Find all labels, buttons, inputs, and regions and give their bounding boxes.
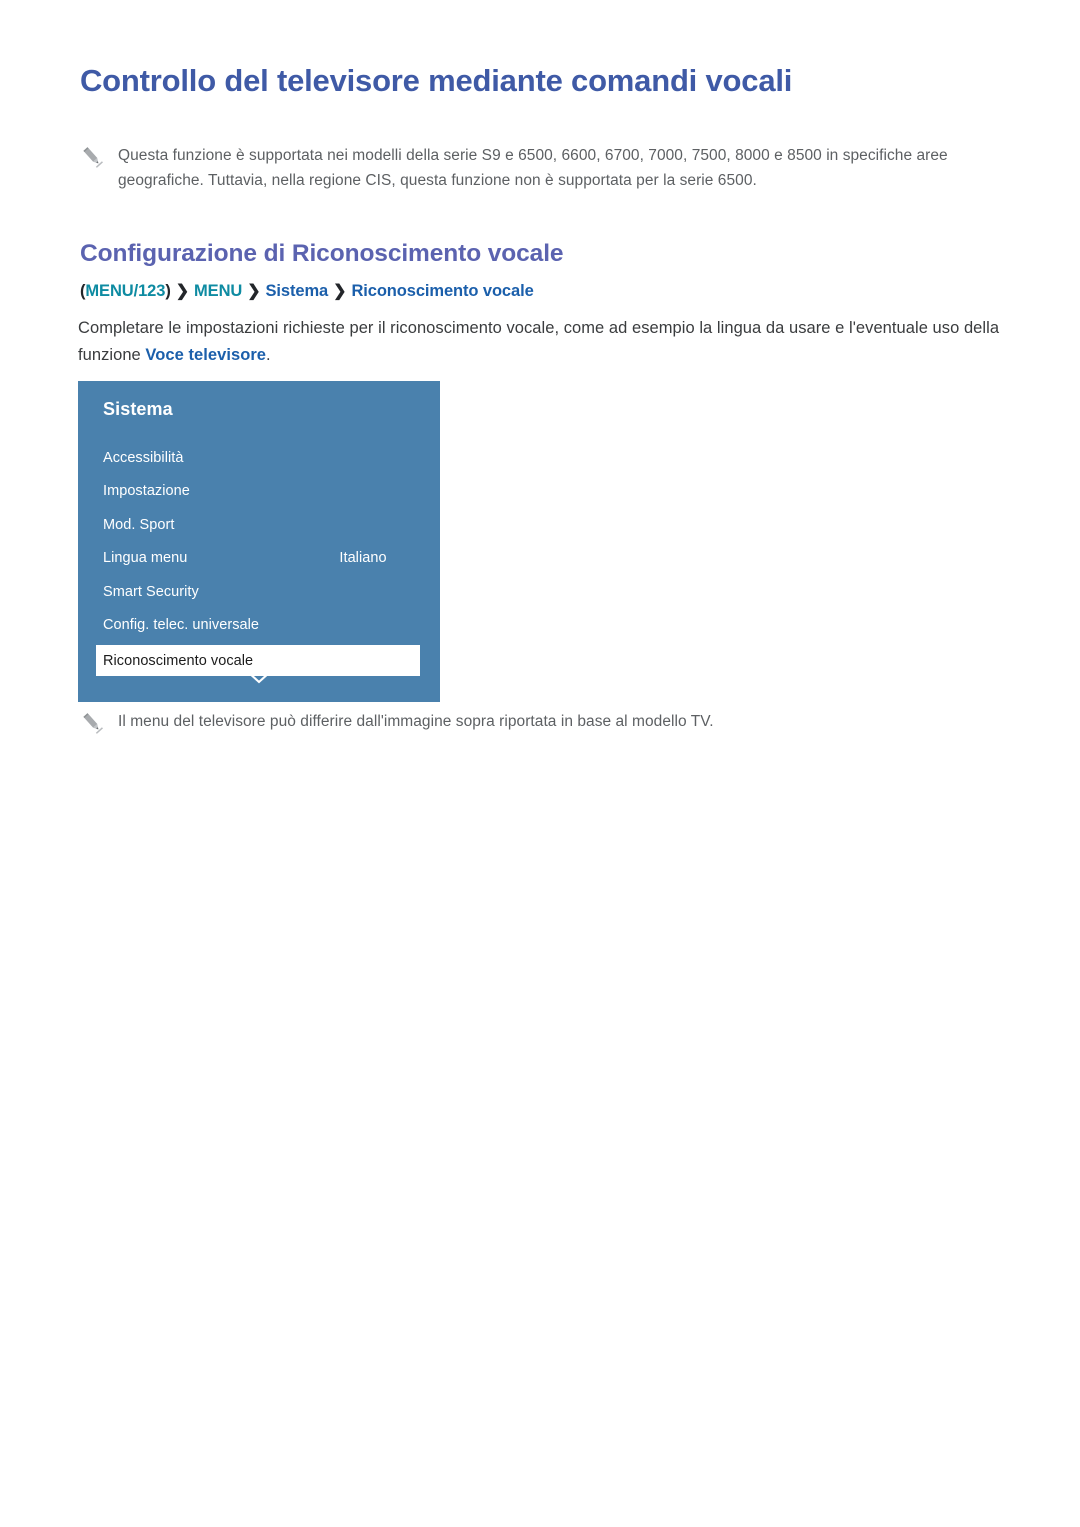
tv-menu-item-label: Accessibilità — [103, 449, 184, 466]
section-description-tail: . — [266, 345, 271, 364]
section-description: Completare le impostazioni richieste per… — [78, 315, 1018, 368]
breadcrumb: (MENU/123) ❯ MENU ❯ Sistema ❯ Riconoscimento v… — [80, 281, 534, 301]
breadcrumb-separator-icon: ❯ — [247, 283, 261, 300]
tv-menu-item-impostazione[interactable]: Impostazione — [78, 475, 440, 509]
tv-menu-item-accessibilita[interactable]: Accessibilità — [78, 441, 440, 475]
pencil-icon — [78, 145, 108, 171]
tv-menu-item-smart-security[interactable]: Smart Security — [78, 575, 440, 609]
chevron-down-icon[interactable] — [78, 668, 440, 686]
breadcrumb-item-menu123[interactable]: MENU/123 — [85, 282, 165, 300]
breadcrumb-item-riconoscimento-vocale[interactable]: Riconoscimento vocale — [351, 282, 533, 300]
breadcrumb-separator-icon: ❯ — [333, 283, 347, 300]
tv-menu-item-lingua-menu[interactable]: Lingua menu Italiano — [78, 542, 440, 576]
note-supported-models-text: Questa funzione è supportata nei modelli… — [118, 147, 948, 190]
tv-menu-item-label: Lingua menu — [103, 550, 188, 567]
tv-menu-item-label: Impostazione — [103, 483, 190, 500]
tv-menu-item-label: Config. telec. universale — [103, 617, 259, 634]
tv-menu-list: Accessibilità Impostazione Mod. Sport Li… — [78, 441, 440, 676]
note-menu-may-differ-text: Il menu del televisore può differire dal… — [118, 713, 714, 730]
tv-menu-item-label: Smart Security — [103, 583, 199, 600]
tv-menu-item-config-telec-universale[interactable]: Config. telec. universale — [78, 609, 440, 643]
breadcrumb-item-menu[interactable]: MENU — [194, 282, 242, 300]
tv-menu-item-mod-sport[interactable]: Mod. Sport — [78, 508, 440, 542]
tv-menu-item-value: Italiano — [339, 550, 387, 567]
breadcrumb-separator-icon: ❯ — [175, 283, 190, 300]
breadcrumb-close-paren: ) — [165, 282, 171, 300]
tv-menu-item-label: Riconoscimento vocale — [103, 652, 254, 669]
tv-menu-title: Sistema — [103, 399, 173, 419]
tv-menu-item-label: Mod. Sport — [103, 516, 175, 533]
note-menu-may-differ: Il menu del televisore può differire dal… — [78, 709, 1013, 735]
note-supported-models: Questa funzione è supportata nei modelli… — [78, 143, 1013, 193]
tv-menu-panel: Sistema Accessibilità Impostazione Mod. … — [78, 381, 440, 702]
section-description-emphasis: Voce televisore — [145, 345, 267, 364]
pencil-icon — [78, 711, 108, 737]
document-page: Controllo del televisore mediante comand… — [0, 0, 1080, 1527]
page-title: Controllo del televisore mediante comand… — [80, 63, 793, 98]
section-title: Configurazione di Riconoscimento vocale — [80, 240, 564, 267]
breadcrumb-item-sistema[interactable]: Sistema — [266, 282, 329, 300]
